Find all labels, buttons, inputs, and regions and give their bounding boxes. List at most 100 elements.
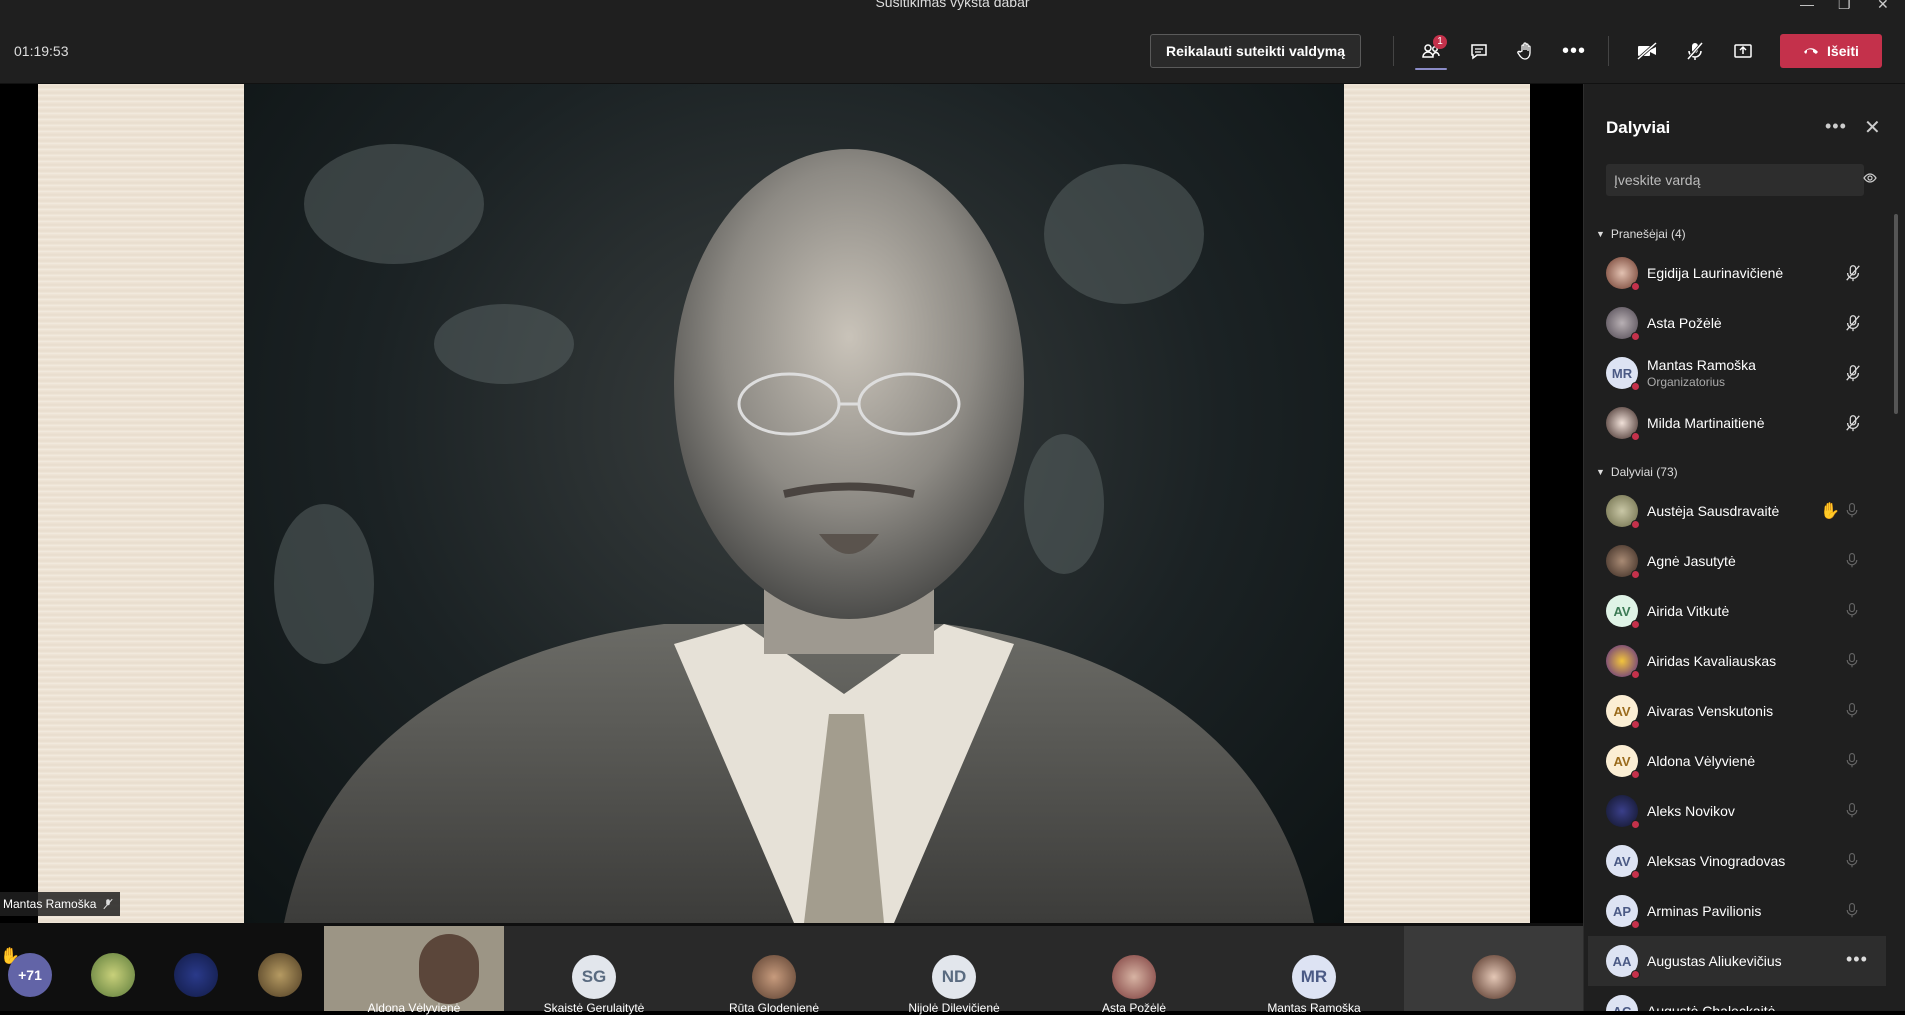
raise-hand-button[interactable]: [1510, 35, 1542, 67]
mic-toggle-button[interactable]: [1679, 35, 1711, 67]
participant-name: Aleksas Vinogradovas: [1647, 853, 1786, 869]
panel-scrollbar[interactable]: [1894, 214, 1898, 414]
mic-icon: [1846, 653, 1858, 668]
status-dot: [1631, 670, 1640, 679]
participant-name: Augustė Chaleckaitė: [1647, 1003, 1776, 1011]
participant-row-selected[interactable]: AA Augustas Aliukevičius •••: [1588, 936, 1886, 986]
status-dot: [1631, 620, 1640, 629]
camera-toggle-button[interactable]: [1631, 35, 1663, 67]
toolbar-divider: [1608, 36, 1609, 66]
mic-icon: [1846, 803, 1858, 818]
mic-icon: [1846, 903, 1858, 918]
mic-off-icon: [103, 898, 113, 910]
tile-name: Rūta Glodenienė: [728, 1001, 820, 1015]
participant-name: Asta Požėlė: [1647, 315, 1722, 331]
participant-name: Airidas Kavaliauskas: [1647, 653, 1777, 669]
participant-tile[interactable]: SG Skaistė Gerulaitytė: [504, 926, 684, 1015]
participant-row[interactable]: AV Aivaras Venskutonis: [1584, 686, 1886, 736]
participant-row[interactable]: AC Augustė Chaleckaitė: [1584, 986, 1886, 1011]
chevron-down-icon: ▼: [1596, 467, 1605, 477]
participant-row[interactable]: AP Arminas Pavilionis: [1584, 886, 1886, 936]
mic-off-icon[interactable]: [1844, 314, 1862, 332]
close-window-icon[interactable]: ✕: [1877, 0, 1889, 13]
tile-name: Mantas Ramoška: [1267, 1001, 1361, 1015]
participant-tile[interactable]: ND Nijolė Dilevičienė: [864, 926, 1044, 1015]
attendees-heading: Dalyviai (73): [1610, 465, 1678, 479]
mic-icon: [1846, 503, 1858, 518]
panel-close-icon[interactable]: ✕: [1864, 115, 1881, 140]
minimize-icon[interactable]: —: [1800, 0, 1814, 12]
participant-name: Aldona Vėlyvienė: [1647, 753, 1756, 769]
leave-label: Išeiti: [1827, 43, 1859, 59]
participant-row[interactable]: MR Mantas Ramoška Organizatorius: [1584, 348, 1886, 398]
participant-row[interactable]: Airidas Kavaliauskas: [1584, 636, 1886, 686]
participant-row[interactable]: Agnė Jasutytė: [1584, 536, 1886, 586]
speaker-name: Mantas Ramoška: [3, 897, 97, 911]
meeting-timer: 01:19:53: [14, 43, 69, 59]
panel-more-icon[interactable]: •••: [1825, 116, 1847, 137]
row-more-options-icon[interactable]: •••: [1846, 949, 1868, 970]
video-person: [419, 934, 479, 1004]
participant-row[interactable]: AV Aldona Vėlyvienė: [1584, 736, 1886, 786]
participant-row[interactable]: AV Aleksas Vinogradovas: [1584, 836, 1886, 886]
participant-name: Aivaras Venskutonis: [1647, 703, 1774, 719]
participant-row[interactable]: Milda Martinaitienė: [1584, 398, 1886, 448]
participants-button[interactable]: 1: [1415, 35, 1447, 67]
share-link-icon[interactable]: [1862, 170, 1878, 186]
status-dot: [1631, 332, 1640, 341]
participant-tile[interactable]: Rūta Glodenienė: [684, 926, 864, 1015]
self-tile[interactable]: [1404, 926, 1583, 1011]
status-dot: [1631, 970, 1640, 979]
avatar: ND: [932, 955, 976, 999]
active-tab-indicator: [1415, 68, 1447, 70]
status-dot: [1631, 520, 1640, 529]
leave-button[interactable]: Išeiti: [1780, 34, 1882, 68]
shared-content-stage: Mantas Ramoška: [0, 84, 1583, 923]
participant-name: Airida Vitkutė: [1647, 603, 1730, 619]
participant-avatar[interactable]: [174, 953, 218, 997]
search-participants-input[interactable]: [1606, 164, 1864, 196]
share-icon: [1734, 44, 1752, 58]
phone-hangup-icon: [1804, 48, 1819, 54]
avatar: AC: [1606, 995, 1638, 1011]
participant-row[interactable]: AV Airida Vitkutė: [1584, 586, 1886, 636]
participant-tile[interactable]: Asta Požėlė: [1044, 926, 1224, 1015]
presenters-heading: Pranešėjai (4): [1610, 227, 1686, 241]
chat-button[interactable]: [1463, 35, 1495, 67]
participant-row[interactable]: Asta Požėlė: [1584, 298, 1886, 348]
avatar: [1471, 955, 1516, 999]
chevron-down-icon: ▼: [1596, 229, 1605, 239]
participant-name: Agnė Jasutytė: [1647, 553, 1736, 569]
window-titlebar: Susitikimas vyksta dabar — ❐ ✕: [0, 0, 1905, 18]
participant-name: Augustas Aliukevičius: [1647, 953, 1782, 969]
participant-name: Austėja Sausdravaitė: [1647, 503, 1780, 519]
participant-row[interactable]: Austėja Sausdravaitė ✋: [1584, 486, 1886, 536]
maximize-icon[interactable]: ❐: [1838, 0, 1851, 13]
status-dot: [1631, 770, 1640, 779]
status-dot: [1631, 870, 1640, 879]
mic-off-icon[interactable]: [1844, 414, 1862, 432]
participant-name: Egidija Laurinavičienė: [1647, 265, 1784, 281]
tile-name: Asta Požėlė: [1101, 1001, 1167, 1015]
tile-name: Nijolė Dilevičienė: [908, 1001, 1000, 1015]
share-screen-button[interactable]: [1727, 35, 1759, 67]
participant-tile[interactable]: MR Mantas Ramoška: [1224, 926, 1404, 1015]
mic-off-icon[interactable]: [1844, 264, 1862, 282]
camera-off-icon: [1637, 41, 1657, 61]
participant-row[interactable]: Aleks Novikov: [1584, 786, 1886, 836]
overflow-participants-button[interactable]: +71: [8, 953, 52, 997]
status-dot: [1631, 382, 1640, 391]
participant-avatar[interactable]: [91, 953, 135, 997]
more-actions-button[interactable]: •••: [1558, 35, 1590, 67]
video-tile[interactable]: Aldona Vėlyvienė: [324, 926, 504, 1015]
participants-panel: Dalyviai ••• ✕ ▼ Pranešėjai (4) Egidija …: [1583, 84, 1905, 1011]
participant-avatar[interactable]: [258, 953, 302, 997]
chat-icon: [1471, 44, 1487, 60]
tile-name: Skaistė Gerulaitytė: [543, 1001, 645, 1015]
attendees-section-header[interactable]: ▼ Dalyviai (73): [1596, 465, 1678, 479]
presenters-section-header[interactable]: ▼ Pranešėjai (4): [1596, 227, 1686, 241]
mic-icon: [1846, 553, 1858, 568]
request-control-button[interactable]: Reikalauti suteikti valdymą: [1150, 34, 1361, 68]
mic-off-icon[interactable]: [1844, 364, 1862, 382]
participant-row[interactable]: Egidija Laurinavičienė: [1584, 248, 1886, 298]
